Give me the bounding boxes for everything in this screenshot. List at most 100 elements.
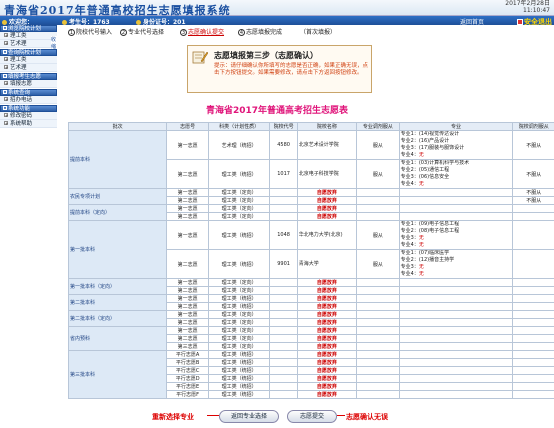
wizard-step: 3 志愿确认提交 xyxy=(180,27,224,36)
adjust-cell: 服从 xyxy=(356,249,400,279)
type-cell: 理工类（统招） xyxy=(207,390,271,399)
adjust-cell xyxy=(356,342,400,351)
wish-cell: 第三志愿 xyxy=(166,342,209,351)
wish-cell: 平行志愿E xyxy=(166,382,209,391)
back-to-major-button[interactable]: 返回专业选择 xyxy=(219,410,279,423)
code-cell xyxy=(269,294,298,303)
wish-cell: 第二志愿 xyxy=(166,318,209,327)
type-cell: 理工类（定向） xyxy=(207,278,271,287)
wish-cell: 第一志愿 xyxy=(166,310,209,319)
menu-group-header[interactable]: - 查询院校计划 xyxy=(0,49,57,56)
school-adjust-cell xyxy=(512,366,554,375)
school-cell: 青海大学 xyxy=(296,249,358,279)
batch-cell: 第三批本科 xyxy=(67,350,168,399)
table-row: 第三批本科 平行志愿A 理工类（统招） 自愿放弃 xyxy=(67,350,554,399)
collapse-icon: - xyxy=(3,74,7,79)
step-label: 专业代号选择 xyxy=(128,29,165,36)
wish-cell: 第二志愿 xyxy=(166,249,209,279)
menu-group-header[interactable]: - 填报考生志愿 xyxy=(0,73,57,80)
sidebar-menu-item[interactable]: + 系统帮助 xyxy=(0,120,57,128)
sidebar-menu-item[interactable]: + 艺术理 xyxy=(0,40,57,48)
batch-cell: 第二批本科 xyxy=(67,294,168,311)
code-cell xyxy=(269,358,298,367)
code-cell xyxy=(269,286,298,295)
wizard-step: 1 院校代号输入 xyxy=(68,27,112,36)
code-cell xyxy=(269,366,298,375)
header-banner: 青海省2017年普通高校招生志愿填报系统 2017年2月28日 11:10:47 xyxy=(0,0,554,17)
abandon-cell: 自愿放弃 xyxy=(296,302,358,311)
sidebar-menu-item[interactable]: + 艺术理 xyxy=(0,64,57,72)
wish-cell: 第二志愿 xyxy=(166,334,209,343)
wish-cell: 第二志愿 xyxy=(166,286,209,295)
major-choice: 专业4：无 xyxy=(400,242,424,248)
wish-cell: 第二志愿 xyxy=(166,302,209,311)
majors-cell xyxy=(398,204,514,213)
menu-group: - 系统查询 + 招办电话 xyxy=(0,89,57,104)
step-number: 4 xyxy=(238,29,245,36)
sidebar-menu-item[interactable]: + 理工类 xyxy=(0,32,57,40)
type-cell: 理工类（统招） xyxy=(207,358,271,367)
type-cell: 理工类（统招） xyxy=(207,350,271,359)
adjust-cell xyxy=(356,302,400,311)
pencil-note-icon xyxy=(192,51,208,64)
code-cell xyxy=(269,350,298,359)
logout-button[interactable]: 安全退出 xyxy=(517,17,552,27)
notice-body: 提示：请仔细确认你所填写的志愿是否正确，如果正确无误，点击下方按钮提交。如果需要… xyxy=(214,63,369,76)
wish-cell: 第二志愿 xyxy=(166,196,209,205)
table-row: 提前本科（定向） 第一志愿 理工类（定向） 自愿放弃 xyxy=(67,204,554,221)
abandon-cell: 自愿放弃 xyxy=(296,358,358,367)
school-adjust-cell xyxy=(512,302,554,311)
wish-cell: 平行志愿A xyxy=(166,350,209,359)
sidebar-menu-item[interactable]: + 理工类 xyxy=(0,56,57,64)
adjust-cell xyxy=(356,196,400,205)
code-cell xyxy=(269,374,298,383)
wish-cell: 第一志愿 xyxy=(166,294,209,303)
sidebar-menu-item[interactable]: + 填报志愿 xyxy=(0,80,57,88)
type-cell: 理工类（定向） xyxy=(207,188,271,197)
menu-group-title: 浏览院校计划 xyxy=(8,26,42,32)
table-header-row: 批次 志愿号 科类（计划性质） 院校代号 院校名称 专业调剂服从 专业 院校调剂服从 xyxy=(67,122,554,131)
abandon-cell: 自愿放弃 xyxy=(296,382,358,391)
adjust-cell xyxy=(356,390,400,399)
type-cell: 理工类（统招） xyxy=(207,374,271,383)
abandon-cell: 自愿放弃 xyxy=(296,204,358,213)
home-link[interactable]: 返回首页 xyxy=(460,17,484,26)
abandon-cell: 自愿放弃 xyxy=(296,278,358,287)
school-adjust-cell: 不服从 xyxy=(512,188,554,197)
adjust-cell: 服从 xyxy=(356,159,400,189)
column-header: 志愿号 xyxy=(166,122,209,131)
code-cell: 9901 xyxy=(269,249,298,279)
wish-cell: 第二志愿 xyxy=(166,212,209,221)
code-cell xyxy=(269,212,298,221)
code-cell: 4580 xyxy=(269,130,298,160)
wish-cell: 第一志愿 xyxy=(166,278,209,287)
collapse-sidebar-button[interactable]: 收缩 xyxy=(51,36,57,50)
current-time: 11:10:47 xyxy=(523,7,550,14)
type-cell: 艺术理（统招） xyxy=(207,130,271,160)
code-cell xyxy=(269,188,298,197)
code-cell: 1017 xyxy=(269,159,298,189)
action-bar: 重新选择专业 返回专业选择 志愿提交 志愿确认无误 xyxy=(0,408,554,426)
type-cell: 理工类（统招） xyxy=(207,382,271,391)
adjust-cell xyxy=(356,366,400,375)
code-cell xyxy=(269,390,298,399)
datetime: 2017年2月28日 11:10:47 xyxy=(505,0,550,14)
submit-button[interactable]: 志愿提交 xyxy=(287,410,337,423)
type-cell: 理工类（定向） xyxy=(207,286,271,295)
table-row: 农民专项计划 第一志愿 理工类（定向） 自愿放弃 不服从 xyxy=(67,188,554,205)
notice-box: 志愿填报第三步（志愿确认） 提示：请仔细确认你所填写的志愿是否正确，如果正确无误… xyxy=(187,45,372,93)
notice-title: 志愿填报第三步（志愿确认） xyxy=(214,51,318,60)
exit-icon xyxy=(517,19,523,25)
major-choice: 专业1：(07)临床医学 xyxy=(400,250,450,257)
expand-icon: + xyxy=(4,121,9,126)
majors-cell xyxy=(398,302,514,311)
batch-cell: 第二批本科（定向） xyxy=(67,310,168,327)
menu-group-title: 系统查询 xyxy=(8,90,31,96)
school-adjust-cell xyxy=(512,318,554,327)
school-adjust-cell xyxy=(512,278,554,287)
major-choice: 专业4：无 xyxy=(400,152,424,158)
menu-group-header[interactable]: - 浏览院校计划 xyxy=(0,25,57,32)
menu-group-header[interactable]: - 系统查询 xyxy=(0,89,57,96)
step-number: 3 xyxy=(180,29,187,36)
type-cell: 理工类（定向） xyxy=(207,204,271,213)
